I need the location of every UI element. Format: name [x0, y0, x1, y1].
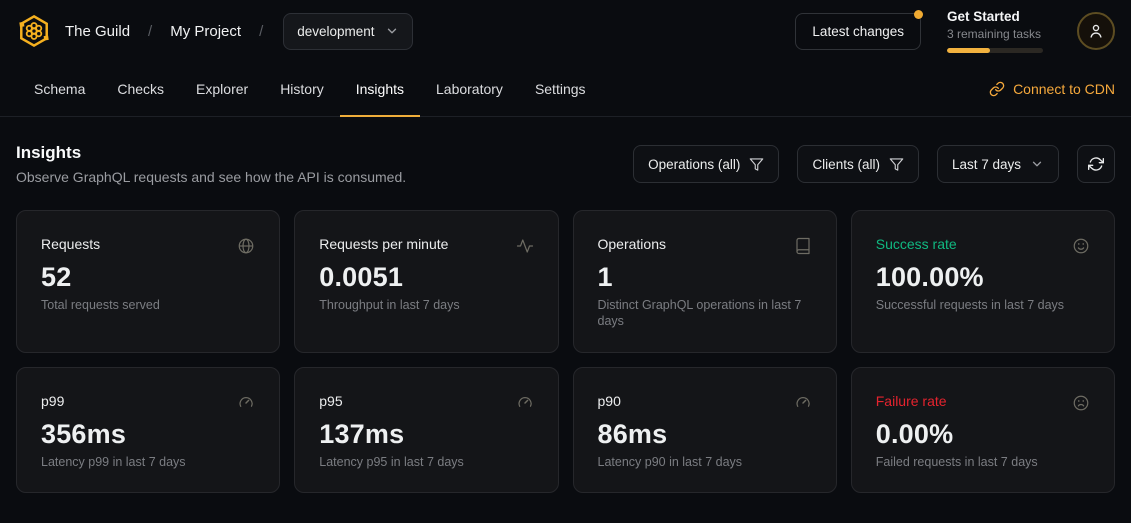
get-started-progress-bar [947, 48, 1043, 53]
smile-icon [1072, 237, 1090, 255]
page-subtitle: Observe GraphQL requests and see how the… [16, 169, 406, 185]
card-value: 86ms [598, 419, 812, 450]
card-subtitle: Latency p99 in last 7 days [41, 454, 255, 470]
guild-hive-logo-icon[interactable] [16, 13, 52, 49]
link-chain-icon [989, 81, 1005, 97]
stat-card-failure-rate: Failure rate 0.00% Failed requests in la… [851, 367, 1115, 493]
gauge-icon [516, 394, 534, 412]
tab-settings[interactable]: Settings [519, 62, 602, 116]
card-subtitle: Latency p90 in last 7 days [598, 454, 812, 470]
card-value: 137ms [319, 419, 533, 450]
clients-filter-button[interactable]: Clients (all) [797, 145, 919, 183]
page-title: Insights [16, 143, 406, 163]
refresh-icon [1088, 156, 1104, 172]
connect-to-cdn-link[interactable]: Connect to CDN [989, 62, 1115, 116]
latest-changes-label: Latest changes [812, 24, 904, 39]
card-title: Requests [41, 236, 100, 252]
filter-funnel-icon [889, 157, 904, 172]
user-avatar[interactable] [1077, 12, 1115, 50]
connect-to-cdn-label: Connect to CDN [1013, 81, 1115, 97]
card-value: 0.0051 [319, 262, 533, 293]
insights-section: Insights Observe GraphQL requests and se… [0, 117, 1131, 493]
card-title: p90 [598, 393, 621, 409]
date-range-selector[interactable]: Last 7 days [937, 145, 1059, 183]
user-icon [1087, 22, 1105, 40]
top-header: The Guild / My Project / development Lat… [0, 0, 1131, 62]
filter-funnel-icon [749, 157, 764, 172]
tab-insights[interactable]: Insights [340, 62, 420, 116]
tab-history[interactable]: History [264, 62, 340, 116]
gauge-icon [794, 394, 812, 412]
stats-card-grid: Requests 52 Total requests served Reques… [16, 210, 1115, 493]
card-title: Failure rate [876, 393, 947, 409]
get-started-progress-fill [947, 48, 990, 53]
stat-card-p95: p95 137ms Latency p95 in last 7 days [294, 367, 558, 493]
stat-card-p99: p99 356ms Latency p99 in last 7 days [16, 367, 280, 493]
stat-card-operations: Operations 1 Distinct GraphQL operations… [573, 210, 837, 353]
stat-card-p90: p90 86ms Latency p90 in last 7 days [573, 367, 837, 493]
card-title: Requests per minute [319, 236, 448, 252]
stat-card-success-rate: Success rate 100.00% Successful requests… [851, 210, 1115, 353]
card-value: 356ms [41, 419, 255, 450]
card-value: 52 [41, 262, 255, 293]
card-title: p95 [319, 393, 342, 409]
breadcrumb: The Guild / My Project / [65, 23, 263, 40]
card-subtitle: Throughput in last 7 days [319, 297, 533, 313]
frown-icon [1072, 394, 1090, 412]
project-nav-tabs: Schema Checks Explorer History Insights … [0, 62, 1131, 117]
card-subtitle: Distinct GraphQL operations in last 7 da… [598, 297, 812, 330]
clients-filter-label: Clients (all) [812, 157, 880, 172]
tab-laboratory[interactable]: Laboratory [420, 62, 519, 116]
card-subtitle: Latency p95 in last 7 days [319, 454, 533, 470]
chevron-down-icon [385, 24, 399, 38]
card-subtitle: Total requests served [41, 297, 255, 313]
card-value: 100.00% [876, 262, 1090, 293]
stat-card-requests: Requests 52 Total requests served [16, 210, 280, 353]
breadcrumb-separator: / [259, 23, 263, 40]
date-range-value: Last 7 days [952, 157, 1021, 172]
get-started-title: Get Started [947, 9, 1051, 24]
operations-filter-label: Operations (all) [648, 157, 740, 172]
latest-changes-button[interactable]: Latest changes [795, 13, 921, 50]
card-title: Operations [598, 236, 666, 252]
environment-selector[interactable]: development [283, 13, 412, 50]
book-icon [794, 237, 812, 255]
card-subtitle: Successful requests in last 7 days [876, 297, 1090, 313]
get-started-remaining-tasks: 3 remaining tasks [947, 27, 1051, 41]
card-value: 1 [598, 262, 812, 293]
chevron-down-icon [1030, 157, 1044, 171]
tab-explorer[interactable]: Explorer [180, 62, 264, 116]
activity-icon [516, 237, 534, 255]
operations-filter-button[interactable]: Operations (all) [633, 145, 779, 183]
globe-icon [237, 237, 255, 255]
card-title: p99 [41, 393, 64, 409]
refresh-button[interactable] [1077, 145, 1115, 183]
environment-selector-value: development [297, 24, 374, 39]
breadcrumb-org[interactable]: The Guild [65, 23, 130, 40]
card-title: Success rate [876, 236, 957, 252]
tab-checks[interactable]: Checks [101, 62, 180, 116]
gauge-icon [237, 394, 255, 412]
card-value: 0.00% [876, 419, 1090, 450]
insights-heading-block: Insights Observe GraphQL requests and se… [16, 143, 406, 185]
tab-schema[interactable]: Schema [18, 62, 101, 116]
breadcrumb-separator: / [148, 23, 152, 40]
breadcrumb-project[interactable]: My Project [170, 23, 241, 40]
stat-card-requests-per-minute: Requests per minute 0.0051 Throughput in… [294, 210, 558, 353]
notification-dot [914, 10, 923, 19]
card-subtitle: Failed requests in last 7 days [876, 454, 1090, 470]
get-started-widget[interactable]: Get Started 3 remaining tasks [947, 9, 1051, 53]
filters-toolbar: Operations (all) Clients (all) Last 7 da… [633, 145, 1115, 183]
